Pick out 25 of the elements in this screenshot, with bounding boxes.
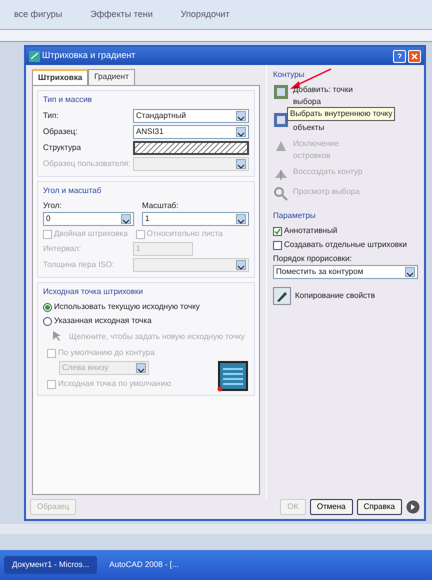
option-label: Создавать отдельные штриховки [284, 239, 408, 251]
option-label: Использовать текущую исходную точку [54, 301, 200, 313]
option-label: Указанная исходная точка [54, 315, 152, 327]
option-label: По умолчанию до контура [58, 347, 155, 359]
option-label: Щелкните, чтобы задать новую исходную точку [69, 331, 245, 343]
field-label: Толщина пера ISO: [43, 259, 116, 271]
group-title: Контуры [273, 69, 306, 81]
option-label: Исходная точка по умолчанию [58, 378, 172, 390]
field-label: Интервал: [43, 243, 82, 255]
field-label: Масштаб: [142, 200, 180, 212]
field-label: Порядок прорисовки: [273, 253, 353, 265]
field-label: Структура [43, 142, 82, 154]
option-label: Аннотативный [284, 225, 338, 237]
field-label: Образец пользователя: [43, 158, 132, 170]
window-title: Штриховка и градиент [42, 49, 136, 62]
field-label: Образец: [43, 126, 78, 138]
group-title: Параметры [273, 210, 317, 222]
field-label: Тип: [43, 110, 60, 122]
option-label: Двойная штриховка [54, 228, 128, 240]
field-label: Угол: [43, 200, 63, 212]
option-label: Относительно листа [146, 228, 223, 240]
group-title: Тип и массив [43, 94, 93, 106]
group-title: Угол и масштаб [43, 185, 102, 197]
tooltip: Выбрать внутреннюю точку [287, 107, 396, 121]
group-title: Исходная точка штриховки [43, 286, 144, 298]
